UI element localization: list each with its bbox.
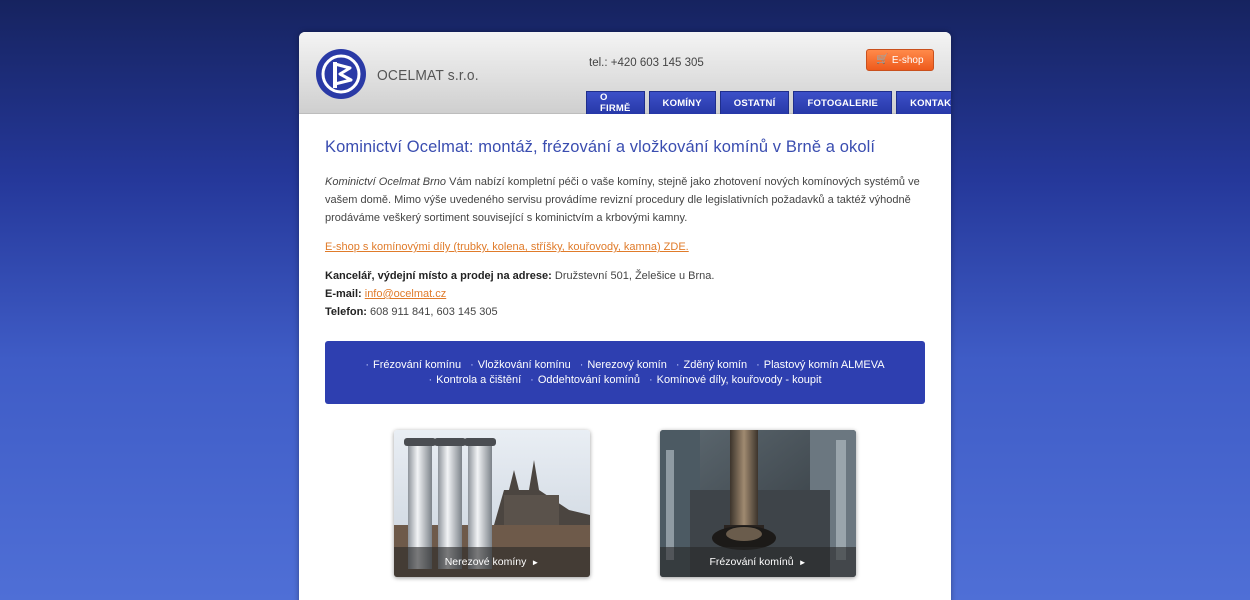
intro-company-name: Kominictví Ocelmat Brno <box>325 176 447 188</box>
nav-item-kontakt[interactable]: KONTAKT <box>896 91 951 114</box>
phone-numbers: 608 911 841, 603 145 305 <box>366 306 498 318</box>
company-name: OCELMAT s.r.o. <box>377 67 479 84</box>
tile-nerezove-kominy[interactable]: Nerezové komíny ► <box>394 430 590 577</box>
service-link-dily[interactable]: Komínové díly, kouřovody - koupit <box>649 374 822 386</box>
service-link-zdeny[interactable]: Zděný komín <box>676 359 748 371</box>
tile-caption-text: Nerezové komíny <box>444 556 527 568</box>
play-arrow-icon: ► <box>531 557 540 567</box>
service-link-plastovy[interactable]: Plastový komín ALMEVA <box>756 359 885 371</box>
nav-item-fotogalerie[interactable]: FOTOGALERIE <box>793 91 893 114</box>
page-container: OCELMAT s.r.o. tel.: +420 603 145 305 🛒 … <box>299 32 951 600</box>
services-box: Frézování komínu Vložkování komínu Nerez… <box>325 341 925 404</box>
service-link-vlozkovani[interactable]: Vložkování komínu <box>470 359 571 371</box>
cart-icon: 🛒 <box>876 54 889 65</box>
office-address: Družstevní 501, Želešice u Brna. <box>551 270 715 282</box>
service-link-frezovani[interactable]: Frézování komínu <box>365 359 461 371</box>
nav-item-o-firme[interactable]: O FIRMĚ <box>586 91 645 114</box>
header-phone: tel.: +420 603 145 305 <box>589 57 704 69</box>
nav-item-ostatni[interactable]: OSTATNÍ <box>719 91 790 114</box>
eshop-button-label: E-shop <box>891 54 924 66</box>
page-title: Kominictví Ocelmat: montáž, frézování a … <box>325 138 876 156</box>
services-row-1: Frézování komínu Vložkování komínu Nerez… <box>337 359 913 371</box>
tile-caption-text: Frézování komínů <box>709 556 794 568</box>
service-link-nerezovy[interactable]: Nerezový komín <box>580 359 666 371</box>
phone-label: Telefon: <box>325 306 367 318</box>
main-nav: O FIRMĚ KOMÍNY OSTATNÍ FOTOGALERIE KONTA… <box>586 91 951 114</box>
nav-item-kominy[interactable]: KOMÍNY <box>648 91 716 114</box>
tile-caption: Frézování komínů ► <box>660 547 856 577</box>
ocelmat-logo[interactable] <box>315 48 367 100</box>
play-arrow-icon: ► <box>798 557 807 567</box>
services-row-2: Kontrola a čištění Oddehtování komínů Ko… <box>337 374 913 386</box>
email-label: E-mail: <box>325 288 362 300</box>
eshop-link[interactable]: E-shop s komínovými díly (trubky, kolena… <box>325 241 925 253</box>
contact-info: Kancelář, výdejní místo a prodej na adre… <box>325 267 925 321</box>
email-link[interactable]: info@ocelmat.cz <box>365 288 446 300</box>
tile-frezovani-kominu[interactable]: Frézování komínů ► <box>660 430 856 577</box>
service-link-kontrola[interactable]: Kontrola a čištění <box>428 374 521 386</box>
eshop-button[interactable]: 🛒 E-shop <box>866 49 934 71</box>
tile-caption: Nerezové komíny ► <box>394 547 590 577</box>
intro-paragraph: Kominictví Ocelmat Brno Vám nabízí kompl… <box>325 173 925 227</box>
photo-tiles: Nerezové komíny ► Frézování komínů ► <box>325 430 925 577</box>
service-link-oddehtovani[interactable]: Oddehtování komínů <box>530 374 640 386</box>
office-label: Kancelář, výdejní místo a prodej na adre… <box>325 270 552 282</box>
main-content: Kominictví Ocelmat: montáž, frézování a … <box>299 114 951 577</box>
site-header: OCELMAT s.r.o. tel.: +420 603 145 305 🛒 … <box>299 32 951 114</box>
